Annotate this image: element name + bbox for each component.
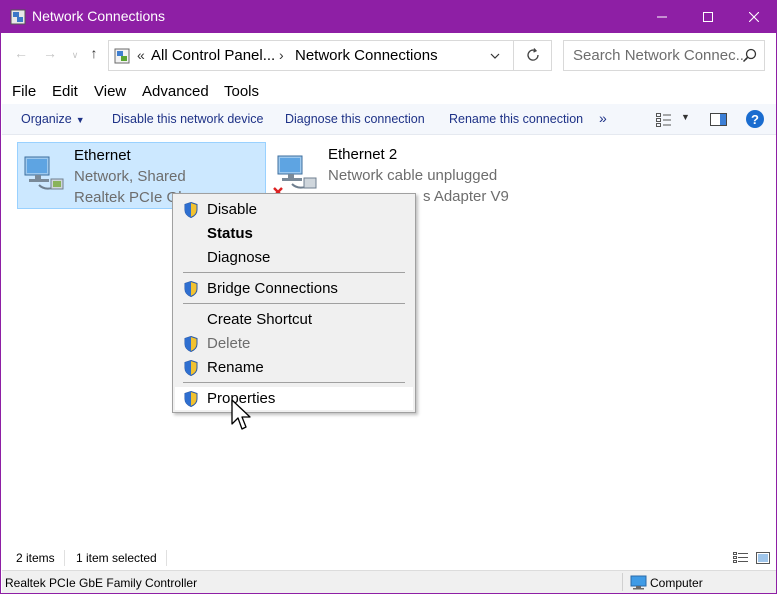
context-item-label: Diagnose — [207, 249, 271, 266]
organize-label: Organize — [21, 112, 72, 126]
breadcrumb-separator-icon[interactable]: › — [279, 47, 284, 63]
connection-status: Network, Shared — [74, 168, 186, 185]
location-label: Computer — [650, 576, 703, 590]
item-count: 2 items — [16, 551, 55, 565]
more-commands-button[interactable]: » — [599, 110, 607, 126]
connection-status: Network cable unplugged — [328, 167, 498, 184]
address-bar[interactable]: « All Control Panel... › Network Connect… — [108, 40, 552, 71]
help-icon[interactable]: ? — [746, 110, 764, 128]
forward-arrow-icon[interactable]: → — [42, 45, 58, 61]
navigation-bar: ← → ∨ ↑ « All Control Panel... › Network… — [1, 33, 776, 77]
breadcrumb-control-panel[interactable]: All Control Panel... — [151, 47, 275, 64]
close-button[interactable] — [731, 1, 777, 33]
context-item-label: Disable — [207, 201, 258, 218]
window-title: Network Connections — [32, 8, 166, 24]
status-divider — [166, 550, 167, 566]
breadcrumb-overflow-icon[interactable]: « — [137, 47, 145, 63]
context-item-label: Delete — [207, 335, 251, 352]
network-connections-window: Network Connections ← → ∨ ↑ « All Contro… — [0, 0, 777, 594]
selected-device-name: Realtek PCIe GbE Family Controller — [5, 576, 198, 590]
maximize-icon — [703, 12, 713, 22]
connection-name: Ethernet — [74, 147, 131, 164]
context-disable[interactable]: Disable — [175, 198, 413, 221]
organize-caret-icon: ▼ — [75, 115, 85, 125]
recent-locations-chevron-icon[interactable]: ∨ — [67, 47, 83, 63]
disable-device-button[interactable]: Disable this network device — [112, 112, 263, 126]
uac-shield-icon — [184, 391, 198, 407]
context-item-label: Rename — [207, 359, 264, 376]
network-connections-icon — [10, 9, 26, 25]
uac-shield-icon — [184, 202, 198, 218]
minimize-button[interactable] — [639, 1, 685, 33]
connection-device: Realtek PCIe Gb — [74, 189, 187, 206]
preview-pane-icon[interactable] — [710, 113, 727, 126]
context-item-label: Status — [207, 225, 253, 242]
details-bar: Realtek PCIe GbE Family Controller Compu… — [2, 570, 776, 593]
rename-connection-button[interactable]: Rename this connection — [449, 112, 583, 126]
large-icons-view-icon[interactable] — [756, 552, 770, 564]
selected-count: 1 item selected — [76, 551, 157, 565]
title-bar[interactable]: Network Connections — [1, 1, 776, 33]
search-icon[interactable] — [742, 48, 757, 63]
computer-icon — [630, 575, 647, 590]
context-menu: Disable Status Diagnose Bridge Connectio… — [172, 193, 416, 413]
context-bridge-connections[interactable]: Bridge Connections — [175, 277, 413, 300]
network-adapter-unplugged-icon — [273, 155, 317, 196]
context-create-shortcut[interactable]: Create Shortcut — [175, 308, 413, 331]
connection-name: Ethernet 2 — [328, 146, 398, 163]
search-box[interactable]: Search Network Connec... — [563, 40, 765, 71]
connection-device: s Adapter V9 — [423, 188, 509, 205]
refresh-icon[interactable] — [525, 47, 541, 63]
maximize-button[interactable] — [685, 1, 731, 33]
details-divider — [622, 573, 623, 591]
context-delete: Delete — [175, 332, 413, 355]
menu-bar: File Edit View Advanced Tools — [1, 80, 776, 104]
minimize-icon — [657, 16, 667, 18]
organize-button[interactable]: Organize ▼ — [21, 112, 85, 126]
command-bar: Organize ▼ Disable this network device Di… — [2, 104, 776, 135]
menu-file[interactable]: File — [12, 83, 36, 100]
menu-advanced[interactable]: Advanced — [142, 83, 209, 100]
back-arrow-icon[interactable]: ← — [13, 45, 29, 61]
control-panel-icon — [114, 48, 130, 64]
uac-shield-icon — [184, 360, 198, 376]
address-dropdown-icon[interactable] — [489, 50, 501, 62]
context-properties[interactable]: Properties — [175, 387, 413, 410]
menu-view[interactable]: View — [94, 83, 126, 100]
context-rename[interactable]: Rename — [175, 356, 413, 379]
uac-shield-icon — [184, 336, 198, 352]
context-separator — [183, 272, 405, 273]
change-view-icon[interactable] — [656, 113, 672, 127]
details-view-icon[interactable] — [733, 552, 748, 564]
status-divider — [64, 550, 65, 566]
context-status[interactable]: Status — [175, 222, 413, 245]
up-arrow-icon[interactable]: ↑ — [86, 45, 102, 61]
context-item-label: Create Shortcut — [207, 311, 313, 328]
address-divider — [513, 41, 514, 70]
mouse-cursor-icon — [231, 399, 251, 430]
menu-tools[interactable]: Tools — [224, 83, 259, 100]
status-bar: 2 items 1 item selected — [2, 547, 776, 569]
close-icon — [749, 12, 759, 22]
context-item-label: Bridge Connections — [207, 280, 338, 297]
context-separator — [183, 303, 405, 304]
diagnose-connection-button[interactable]: Diagnose this connection — [285, 112, 425, 126]
context-diagnose[interactable]: Diagnose — [175, 246, 413, 269]
uac-shield-icon — [184, 281, 198, 297]
context-separator — [183, 382, 405, 383]
network-adapter-icon — [24, 156, 64, 190]
view-dropdown-caret-icon[interactable]: ▼ — [681, 112, 690, 122]
search-placeholder[interactable]: Search Network Connec... — [573, 47, 748, 64]
breadcrumb-network-connections[interactable]: Network Connections — [295, 47, 438, 64]
menu-edit[interactable]: Edit — [52, 83, 78, 100]
